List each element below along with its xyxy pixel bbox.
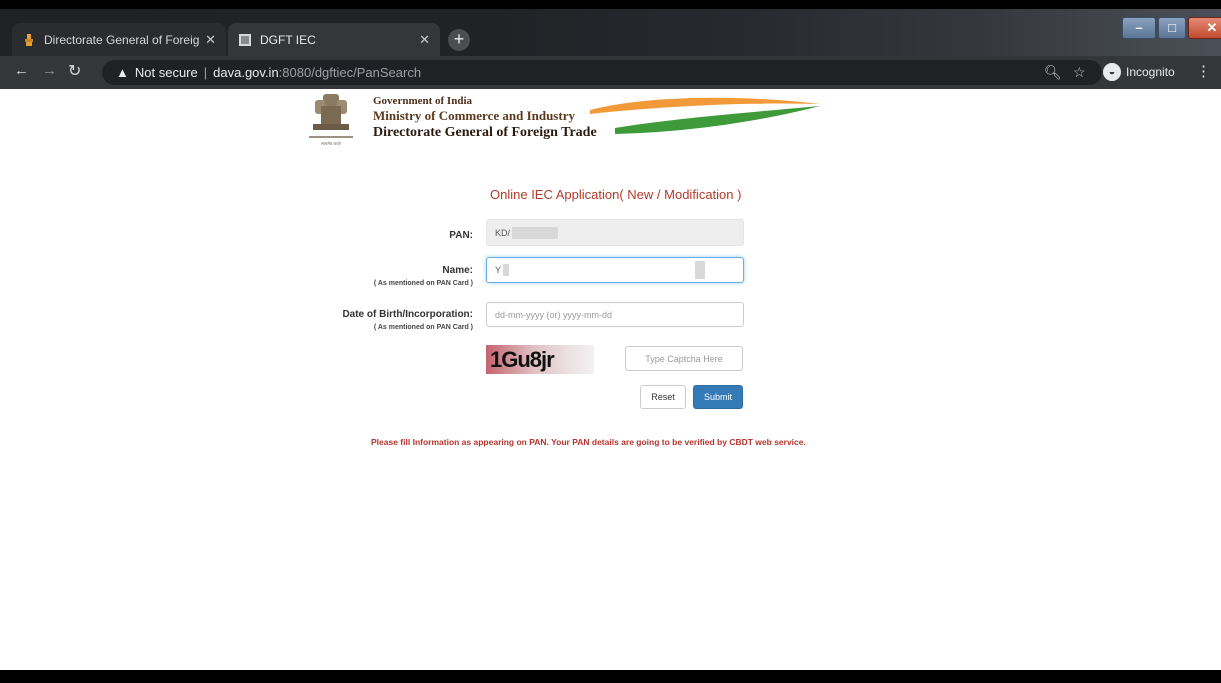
pan-verification-note: Please fill Information as appearing on … bbox=[371, 437, 806, 447]
incognito-label: Incognito bbox=[1126, 65, 1175, 79]
name-label: Name: bbox=[442, 265, 473, 276]
page-content: सत्यमेव जयते Government of India Ministr… bbox=[0, 89, 1221, 670]
url-path: :8080/dgftiec/PanSearch bbox=[278, 65, 422, 80]
url-separator: | bbox=[203, 65, 208, 80]
url-host: dava.gov.in bbox=[213, 65, 279, 80]
emblem-favicon-icon bbox=[25, 33, 33, 46]
dob-placeholder: dd-mm-yyyy (or) yyyy-mm-dd bbox=[495, 309, 612, 320]
forward-arrow-icon[interactable]: → bbox=[42, 62, 57, 79]
close-tab-icon[interactable]: ✕ bbox=[205, 32, 216, 48]
gov-of-india: Government of India bbox=[373, 95, 472, 107]
incognito-icon: ◒ bbox=[1103, 63, 1121, 81]
captcha-placeholder: Type Captcha Here bbox=[645, 353, 723, 364]
address-bar[interactable]: ▲ Not secure | dava.gov.in:8080/dgftiec/Pan… bbox=[102, 60, 1102, 85]
name-sublabel: ( As mentioned on PAN Card ) bbox=[373, 280, 473, 287]
close-tab-icon[interactable]: ✕ bbox=[419, 32, 430, 48]
dob-label: Date of Birth/Incorporation: bbox=[342, 309, 473, 320]
new-tab-button[interactable]: + bbox=[448, 29, 470, 51]
tab-title: DGFT IEC bbox=[260, 32, 316, 47]
back-arrow-icon[interactable]: ← bbox=[14, 62, 29, 79]
maximize-icon[interactable]: □ bbox=[1158, 17, 1186, 39]
captcha-image: 1Gu8jr bbox=[486, 345, 594, 374]
national-emblem-icon: सत्यमेव जयते bbox=[309, 94, 353, 146]
submit-button[interactable]: Submit bbox=[693, 385, 743, 409]
name-value: Y bbox=[495, 265, 502, 275]
security-status: Not secure bbox=[134, 65, 198, 80]
tab-dgft-iec[interactable]: DGFT IEC ✕ bbox=[228, 23, 440, 56]
close-window-icon[interactable]: ✕ bbox=[1188, 17, 1221, 39]
tricolour-swoosh bbox=[590, 97, 820, 134]
form-title: Online IEC Application( New / Modificati… bbox=[490, 187, 742, 202]
bookmark-star-icon[interactable]: ☆ bbox=[1073, 64, 1086, 81]
menu-dots-icon[interactable]: ⋮ bbox=[1196, 62, 1211, 80]
redaction-block bbox=[512, 226, 559, 239]
incognito-badge[interactable]: ◒ Incognito bbox=[1103, 61, 1175, 83]
ministry-heading: Government of India Ministry of Commerce… bbox=[373, 95, 597, 142]
tab-title: Directorate General of Foreign Tr bbox=[44, 32, 200, 47]
browser-toolbar: ← → ↻ ▲ Not secure | dava.gov.in:8080/dgfti… bbox=[0, 56, 1221, 89]
tab-strip: Directorate General of Foreign Tr ✕ DGFT… bbox=[0, 9, 1221, 56]
pan-label: PAN: bbox=[449, 230, 473, 241]
dob-sublabel: ( As mentioned on PAN Card ) bbox=[373, 324, 473, 331]
pan-value: KD/ bbox=[495, 227, 511, 238]
page-favicon-icon bbox=[239, 33, 251, 46]
reload-icon[interactable]: ↻ bbox=[68, 61, 81, 81]
zoom-icon[interactable]: 🔍︎ bbox=[1044, 64, 1062, 81]
redaction-block bbox=[695, 261, 706, 279]
browser-window: Directorate General of Foreign Tr ✕ DGFT… bbox=[0, 9, 1221, 670]
warning-icon: ▲ bbox=[116, 65, 129, 80]
reset-button[interactable]: Reset bbox=[640, 385, 686, 409]
ministry-name: Ministry of Commerce and Industry bbox=[373, 108, 575, 123]
pan-input: KD/ bbox=[486, 219, 744, 246]
captcha-input[interactable]: Type Captcha Here bbox=[625, 346, 743, 371]
redaction-block bbox=[503, 264, 510, 276]
tab-dgft[interactable]: Directorate General of Foreign Tr ✕ bbox=[12, 23, 226, 56]
window-controls: – □ ✕ bbox=[1120, 17, 1221, 41]
dob-input[interactable]: dd-mm-yyyy (or) yyyy-mm-dd bbox=[486, 302, 744, 327]
directorate-name: Directorate General of Foreign Trade bbox=[373, 125, 597, 140]
minimize-icon[interactable]: – bbox=[1122, 17, 1156, 39]
emblem-caption: सत्यमेव जयते bbox=[321, 141, 341, 146]
name-input[interactable]: Y bbox=[486, 257, 744, 283]
